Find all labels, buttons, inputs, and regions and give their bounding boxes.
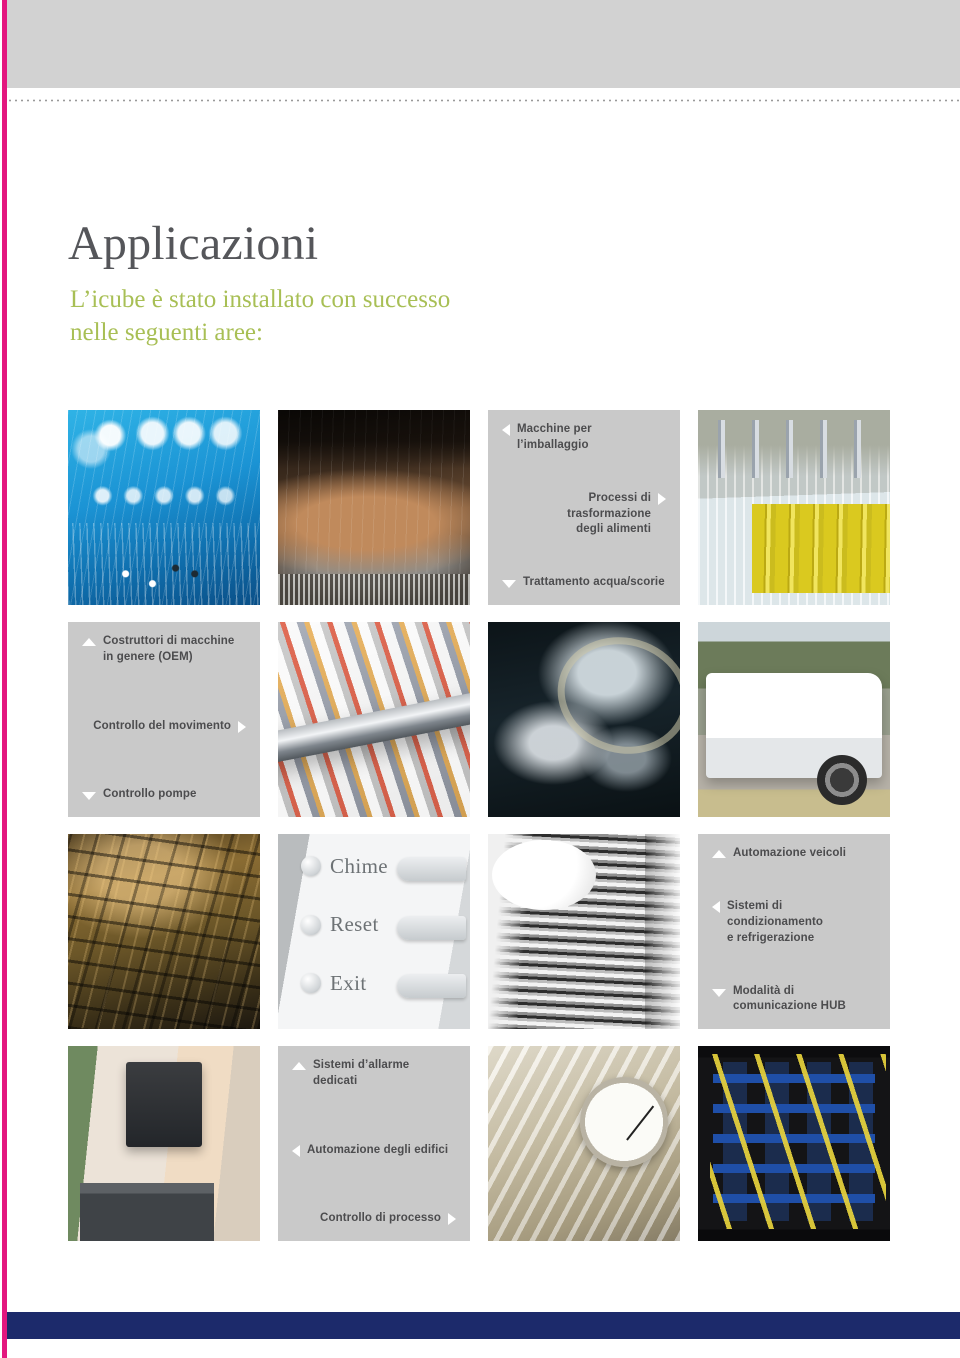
application-label: Controllo del movimento [82,719,246,735]
triangle-left-icon [292,1144,300,1157]
triangle-right-icon [448,1213,456,1226]
application-label-text: Processi di trasformazione degli aliment… [567,491,651,536]
keypad-key [397,974,467,999]
application-label: Controllo di processo [292,1211,456,1227]
application-label: Automazione degli edifici [292,1143,456,1159]
pressure-gauge-photo [488,1046,680,1241]
triangle-right-icon [658,492,666,505]
triangle-left-icon [502,424,510,436]
bottling-line-photo [698,410,890,605]
alarm-keypad-photo: Chime Reset Exit [278,834,470,1029]
industrial-piping-photo [68,834,260,1029]
keypad-button-led [301,856,322,876]
application-label: Macchine per l’imballaggio [502,422,666,453]
label-spacer [712,862,876,900]
keypad-button-label: Exit [330,970,367,995]
label-spacer [712,946,876,984]
triangle-up-icon [712,850,726,858]
hvac-fins-photo [488,834,680,1029]
application-label-text: Automazione veicoli [733,847,847,859]
circuit-board-photo [68,410,260,605]
triangle-down-icon [82,792,96,801]
triangle-down-icon [502,580,516,589]
application-label: Trattamento acqua/scorie [502,575,666,591]
application-label: Costruttori di macchine in genere (OEM) [82,634,246,665]
label-spacer [502,453,666,491]
application-label: Automazione veicoli [712,846,876,862]
keypad-row: Chime [301,854,388,879]
keypad-button-label: Reset [330,912,379,936]
application-label-text: Controllo pompe [103,788,197,801]
keypad-row: Exit [301,971,367,996]
network-patch-panel-photo [698,1046,890,1241]
triangle-down-icon [712,988,726,997]
triangle-up-icon [82,638,96,646]
label-spacer [292,1158,456,1211]
application-label-text: Sistemi d’allarme dedicati [313,1059,410,1087]
application-label-text: Trattamento acqua/scorie [523,576,665,589]
keypad-key [397,915,467,940]
water-treatment-photo [488,622,680,817]
applications-grid: Macchine per l’imballaggio Processi di tr… [68,410,892,1241]
food-conveyor-photo [278,410,470,605]
page-subtitle: L’icube è stato installato con successo … [70,286,451,347]
keypad-button-led [301,973,322,993]
label-cell-vehicles: Automazione veicoli Sistemi di condiziona… [698,834,890,1029]
keypad-button-led [301,914,322,935]
label-cell-oem: Costruttori di macchine in genere (OEM) C… [68,622,260,817]
application-label-text: Modalità di comunicazione HUB [733,984,846,1013]
label-cell-buildings: Sistemi d’allarme dedicati Automazione de… [278,1046,470,1241]
application-label-text: Automazione degli edifici [307,1143,449,1156]
keypad-row: Reset [301,912,379,937]
utility-van-photo [698,622,890,817]
triangle-right-icon [238,720,246,733]
page-title: Applicazioni [68,217,319,271]
keypad-key [397,857,467,882]
application-label: Sistemi di condizionamento e refrigerazi… [712,899,876,946]
triangle-up-icon [292,1062,306,1070]
label-spacer [292,1089,456,1142]
label-spacer [502,538,666,576]
label-cell-packaging: Macchine per l’imballaggio Processi di tr… [488,410,680,605]
office-reception-photo [68,1046,260,1241]
page-canvas: Applicazioni L’icube è stato installato … [0,0,960,1358]
application-label: Processi di trasformazione degli aliment… [502,491,666,538]
dotted-divider [7,99,960,102]
top-gray-band [7,0,960,88]
application-label-text: Controllo del movimento [93,719,231,732]
label-spacer [82,665,246,718]
application-label: Controllo pompe [82,787,246,803]
application-label-text: Costruttori di macchine in genere (OEM) [103,635,235,663]
application-label-text: Macchine per l’imballaggio [517,423,592,451]
application-label-text: Controllo di processo [320,1212,441,1225]
label-spacer [82,734,246,787]
keypad-button-label: Chime [330,853,389,878]
application-label-text: Sistemi di condizionamento e refrigerazi… [727,900,824,944]
triangle-left-icon [712,901,720,914]
magenta-edge-bar [2,0,7,1358]
application-label: Sistemi d’allarme dedicati [292,1058,456,1089]
bottom-navy-bar [7,1312,960,1339]
printing-press-photo [278,622,470,817]
application-label: Modalità di comunicazione HUB [712,984,876,1015]
